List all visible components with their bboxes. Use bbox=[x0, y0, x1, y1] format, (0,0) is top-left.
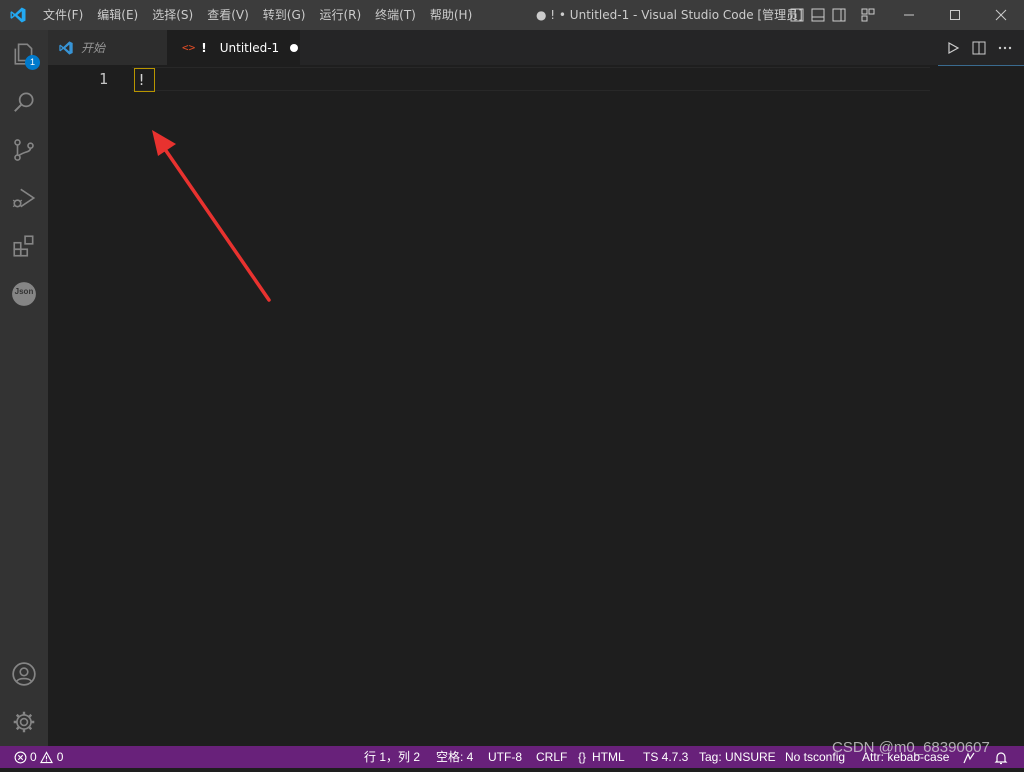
tab-welcome-label: 开始 bbox=[81, 41, 106, 55]
menu-file[interactable]: 文件(F) bbox=[36, 0, 90, 30]
menu-help[interactable]: 帮助(H) bbox=[423, 0, 479, 30]
menu-bar: 文件(F) 编辑(E) 选择(S) 查看(V) 转到(G) 运行(R) 终端(T… bbox=[36, 0, 479, 30]
window-title: ● ! • Untitled-1 - Visual Studio Code [管… bbox=[536, 8, 803, 22]
vscode-logo-icon bbox=[10, 7, 26, 23]
extensions-button[interactable] bbox=[0, 222, 48, 270]
ts-version[interactable]: TS 4.7.3 bbox=[643, 746, 688, 768]
run-debug-icon bbox=[12, 188, 36, 208]
menu-go[interactable]: 转到(G) bbox=[256, 0, 313, 30]
activity-bar: 1 Json bbox=[0, 30, 48, 746]
editor-actions bbox=[944, 30, 1014, 65]
minimize-button[interactable] bbox=[886, 0, 932, 30]
json-extension-button[interactable]: Json bbox=[0, 270, 48, 318]
language-label: HTML bbox=[592, 750, 625, 764]
menu-selection[interactable]: 选择(S) bbox=[145, 0, 200, 30]
tab-prefix: ! bbox=[201, 40, 207, 55]
source-control-icon bbox=[14, 139, 34, 161]
more-actions-icon[interactable] bbox=[996, 39, 1014, 57]
explorer-badge: 1 bbox=[25, 55, 40, 70]
unsaved-dot-icon[interactable] bbox=[290, 43, 299, 52]
menu-run[interactable]: 运行(R) bbox=[312, 0, 368, 30]
editor-area[interactable]: 1 ! bbox=[48, 65, 1024, 746]
html-file-icon: <> bbox=[182, 41, 196, 54]
braces-icon: {} bbox=[578, 750, 587, 764]
minimap-edge bbox=[938, 65, 1024, 67]
annotation-arrow bbox=[152, 130, 271, 302]
split-editor-icon[interactable] bbox=[970, 39, 988, 57]
menu-terminal[interactable]: 终端(T) bbox=[368, 0, 423, 30]
indentation[interactable]: 空格: 4 bbox=[436, 746, 473, 768]
source-control-button[interactable] bbox=[0, 126, 48, 174]
search-button[interactable] bbox=[0, 78, 48, 126]
language-mode[interactable]: {} HTML bbox=[578, 746, 625, 768]
code-line[interactable]: ! bbox=[134, 68, 155, 92]
gear-icon bbox=[13, 711, 35, 733]
vscode-small-icon bbox=[59, 40, 73, 55]
current-line-highlight bbox=[132, 67, 930, 91]
warning-icon bbox=[39, 750, 53, 763]
search-icon bbox=[14, 92, 34, 112]
extensions-icon bbox=[13, 235, 34, 257]
accounts-button[interactable] bbox=[0, 650, 48, 698]
run-icon[interactable] bbox=[944, 39, 962, 57]
tab-untitled-1[interactable]: <> ! Untitled-1 bbox=[167, 30, 300, 65]
layout-controls bbox=[789, 7, 876, 23]
account-icon bbox=[12, 662, 36, 686]
json-label: Json bbox=[14, 287, 34, 296]
line-number: 1 bbox=[98, 70, 108, 88]
tab-untitled-label: Untitled-1 bbox=[219, 40, 280, 55]
tag-case[interactable]: Tag: UNSURE bbox=[699, 746, 776, 768]
run-debug-button[interactable] bbox=[0, 174, 48, 222]
maximize-button[interactable] bbox=[932, 0, 978, 30]
notifications-bell-icon[interactable] bbox=[994, 750, 1008, 772]
error-count: 0 bbox=[30, 750, 37, 764]
error-icon bbox=[14, 751, 27, 763]
cursor-position[interactable]: 行 1，列 2 bbox=[364, 746, 420, 768]
watermark: CSDN @m0_68390607 bbox=[832, 739, 990, 756]
toggle-panel-icon[interactable] bbox=[810, 7, 826, 23]
encoding[interactable]: UTF-8 bbox=[488, 746, 522, 768]
problems-indicator[interactable]: 0 0 bbox=[14, 746, 63, 768]
explorer-button[interactable]: 1 bbox=[0, 30, 48, 78]
manage-button[interactable] bbox=[0, 698, 48, 746]
toggle-secondary-sidebar-icon[interactable] bbox=[831, 7, 847, 23]
editor-tabs: 开始 <> ! Untitled-1 bbox=[48, 30, 1024, 65]
tab-welcome[interactable]: 开始 bbox=[48, 30, 167, 65]
menu-edit[interactable]: 编辑(E) bbox=[90, 0, 145, 30]
close-window-button[interactable] bbox=[978, 0, 1024, 30]
toggle-primary-sidebar-icon[interactable] bbox=[789, 7, 805, 23]
warning-count: 0 bbox=[56, 750, 64, 764]
menu-view[interactable]: 查看(V) bbox=[200, 0, 256, 30]
customize-layout-icon[interactable] bbox=[860, 7, 876, 23]
end-of-line[interactable]: CRLF bbox=[536, 746, 567, 768]
title-bar: 文件(F) 编辑(E) 选择(S) 查看(V) 转到(G) 运行(R) 终端(T… bbox=[0, 0, 1024, 30]
window-controls bbox=[886, 0, 1024, 30]
